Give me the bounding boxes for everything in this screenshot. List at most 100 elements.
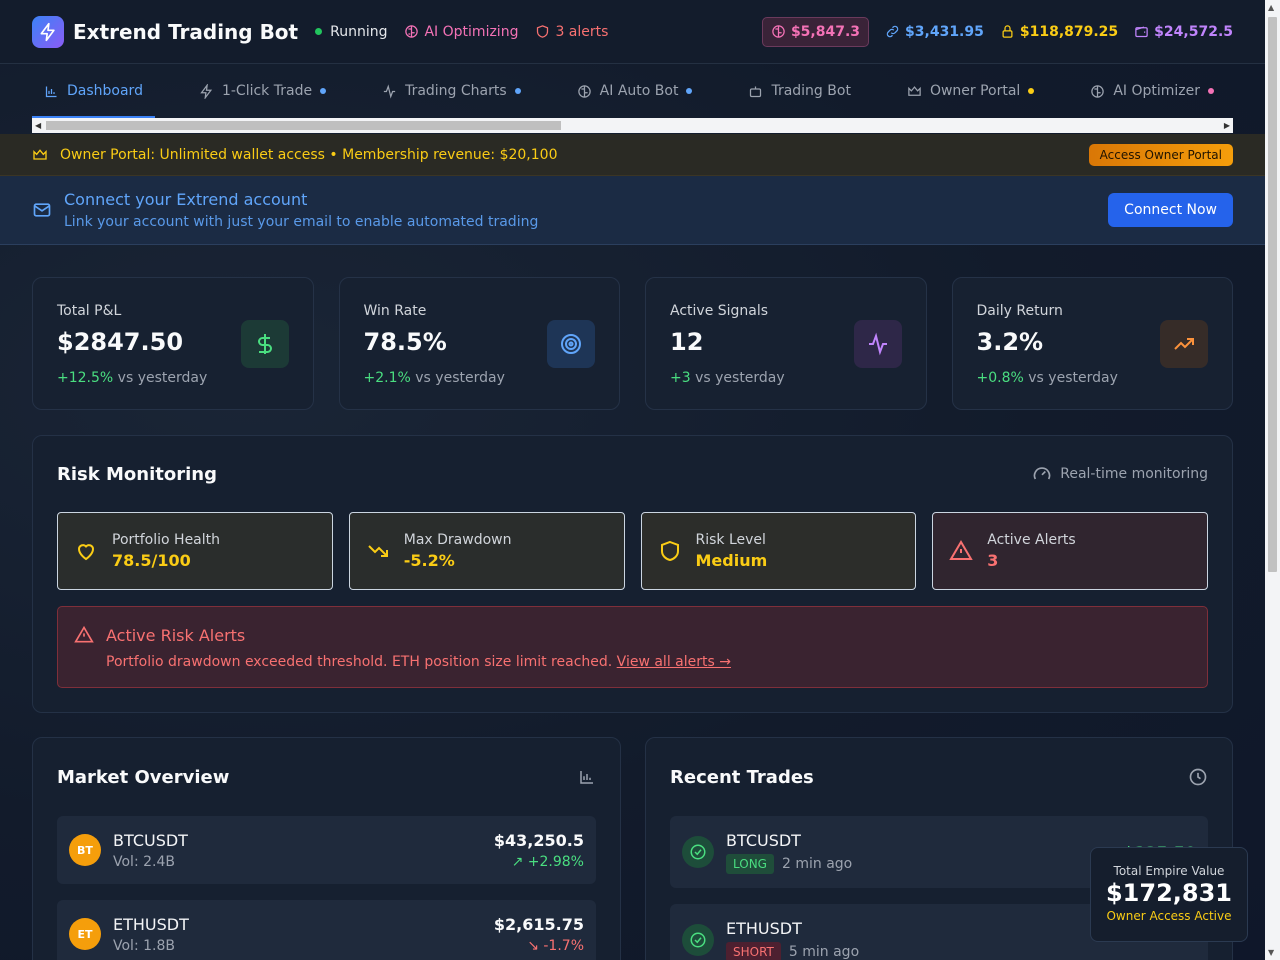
brain-icon (577, 84, 591, 98)
realtime-indicator: Real-time monitoring (1032, 464, 1208, 484)
tab-1-click-trade[interactable]: 1-Click Trade (187, 64, 338, 118)
risk-card-portfolio-health: Portfolio Health 78.5/100 (57, 512, 333, 590)
brain-icon (405, 25, 419, 38)
stat-active-signals: Active Signals 12 +3 vs yesterday (645, 277, 927, 410)
market-volume: Vol: 2.4B (113, 853, 175, 870)
lock-icon (1002, 25, 1013, 38)
connect-now-button[interactable]: Connect Now (1108, 193, 1233, 227)
market-change-value: +2.98% (527, 853, 584, 870)
tab-label: Trading Charts (405, 83, 507, 99)
trade-symbol: ETHUSDT (726, 918, 802, 938)
tab-label: Dashboard (67, 83, 143, 99)
realtime-label: Real-time monitoring (1060, 466, 1208, 482)
activity-icon (383, 83, 396, 99)
tab-dot (686, 88, 693, 94)
link-icon (886, 25, 899, 38)
scroll-up-icon[interactable]: ▲ (1268, 3, 1274, 12)
brain-icon (772, 25, 785, 38)
tab-label: Trading Bot (771, 83, 851, 99)
alert-title: Active Risk Alerts (106, 625, 246, 645)
page-vertical-scrollbar[interactable]: ▲ ▼ (1265, 0, 1280, 960)
trending-down-icon (368, 545, 388, 557)
coin-avatar: BT (69, 834, 101, 866)
market-volume: Vol: 1.8B (113, 937, 175, 954)
risk-card-label: Max Drawdown (403, 532, 512, 548)
linked-balance-value: $3,431.95 (905, 23, 984, 40)
tab-bar: Dashboard 1-Click Trade Trading Charts A… (0, 64, 1265, 118)
access-owner-portal-button[interactable]: Access Owner Portal (1088, 143, 1233, 166)
market-change: ↗ +2.98% (494, 854, 584, 870)
stat-daily-return: Daily Return 3.2% +0.8% vs yesterday (951, 277, 1233, 410)
tab-trading-charts[interactable]: Trading Charts (370, 64, 533, 118)
tab-owner-portal[interactable]: Owner Portal (895, 64, 1046, 118)
alerts-label: 3 alerts (555, 23, 609, 40)
ai-status[interactable]: AI Optimizing (404, 24, 518, 40)
bot-icon (750, 86, 762, 97)
brain-icon (1091, 84, 1105, 98)
tab-trading-bot[interactable]: Trading Bot (736, 64, 862, 118)
tabs-horizontal-scrollbar[interactable]: ◀ ▶ (32, 118, 1233, 133)
check-circle-icon (682, 836, 714, 868)
lightning-icon (40, 22, 55, 41)
empire-value-widget[interactable]: Total Empire Value $172,831 Owner Access… (1090, 847, 1248, 942)
stat-label: Daily Return (976, 303, 1063, 319)
market-overview-panel: Market Overview BT BTCUSDT Vol: 2.4B $43,… (32, 737, 621, 960)
scroll-right-icon[interactable]: ▶ (1224, 121, 1230, 130)
linked-balance[interactable]: $3,431.95 (885, 24, 984, 40)
connect-subtitle: Link your account with just your email t… (64, 214, 539, 230)
ai-balance[interactable]: $5,847.3 (761, 16, 870, 47)
locked-balance[interactable]: $118,879.25 (1000, 24, 1118, 40)
stat-delta-suffix: vs yesterday (113, 370, 208, 386)
tab-dashboard[interactable]: Dashboard (32, 64, 155, 118)
shield-icon (660, 540, 679, 562)
market-symbol: BTCUSDT (113, 830, 188, 850)
stat-delta: +12.5% vs yesterday (57, 370, 289, 386)
market-price: $43,250.5 (493, 830, 584, 850)
bar-chart-icon[interactable] (578, 768, 596, 786)
trades-title: Recent Trades (670, 766, 814, 788)
scroll-left-icon[interactable]: ◀ (35, 121, 41, 130)
bar-chart-icon (45, 86, 57, 97)
empire-value: $172,831 (1105, 879, 1232, 907)
gauge-icon (1033, 467, 1051, 480)
clock-icon[interactable] (1188, 767, 1208, 787)
wallet-balance[interactable]: $24,572.5 (1134, 24, 1233, 40)
scrollbar-thumb[interactable] (46, 121, 561, 130)
stat-label: Win Rate (363, 303, 427, 319)
market-title: Market Overview (57, 766, 230, 788)
market-change: ↘ -1.7% (494, 938, 584, 954)
stat-label: Active Signals (670, 303, 769, 319)
risk-card-risk-level: Risk Level Medium (640, 512, 917, 590)
scrollbar-thumb[interactable] (1268, 17, 1277, 572)
stat-delta-value: +2.1% (363, 370, 411, 386)
warning-icon (74, 625, 94, 643)
page: Extrend Trading Bot Running AI Optimizin… (0, 0, 1265, 960)
market-symbol: ETHUSDT (113, 914, 189, 934)
crown-icon (908, 85, 921, 96)
alerts-indicator[interactable]: 3 alerts (535, 24, 608, 40)
risk-card-value: Medium (695, 551, 768, 570)
wallet-balance-value: $24,572.5 (1154, 23, 1233, 40)
stat-delta: +0.8% vs yesterday (977, 370, 1209, 386)
check-circle-icon (682, 924, 714, 956)
market-row[interactable]: BT BTCUSDT Vol: 2.4B $43,250.5 ↗ +2.98% (57, 816, 596, 884)
view-all-alerts-link[interactable]: View all alerts → (617, 654, 731, 670)
trade-time: 5 min ago (788, 943, 860, 960)
stat-win-rate: Win Rate 78.5% +2.1% vs yesterday (338, 277, 620, 410)
stat-label: Total P&L (57, 303, 122, 319)
trade-side-badge: LONG (726, 853, 774, 874)
arrow-up-right-icon: ↗ (511, 853, 524, 870)
tab-ai-auto-bot[interactable]: AI Auto Bot (565, 64, 705, 118)
stat-delta-suffix: vs yesterday (1023, 370, 1118, 386)
tab-ai-optimizer[interactable]: AI Optimizer (1078, 64, 1226, 118)
trending-up-icon (1160, 320, 1208, 368)
crown-icon (33, 148, 47, 160)
market-row[interactable]: ET ETHUSDT Vol: 1.8B $2,615.75 ↘ -1.7% (57, 900, 596, 960)
active-risk-alerts: Active Risk Alerts Portfolio drawdown ex… (57, 606, 1208, 688)
risk-card-label: Risk Level (695, 532, 766, 548)
bot-status: Running (330, 23, 388, 40)
mail-icon (33, 203, 51, 217)
scroll-down-icon[interactable]: ▼ (1268, 948, 1274, 957)
risk-title: Risk Monitoring (57, 463, 217, 485)
market-price: $2,615.75 (493, 914, 584, 934)
